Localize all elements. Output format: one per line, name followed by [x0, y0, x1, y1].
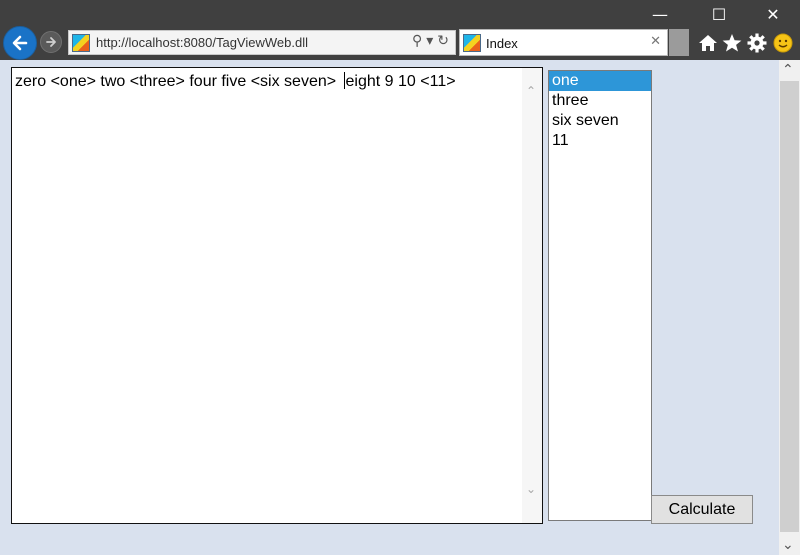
calculate-button[interactable]: Calculate: [651, 495, 753, 524]
gear-icon[interactable]: [746, 32, 768, 54]
editor-scroll-down-icon[interactable]: ⌄: [526, 482, 536, 496]
page-scroll-down-icon[interactable]: ⌄: [782, 537, 794, 553]
editor-text-after-caret: eight 9 10 <11>: [345, 73, 456, 90]
refresh-icon[interactable]: ↻: [437, 33, 449, 49]
url-text[interactable]: http://localhost:8080/TagViewWeb.dll: [96, 35, 308, 50]
editor-content[interactable]: zero <one> two <three> four five <six se…: [15, 72, 456, 91]
list-item[interactable]: one: [549, 71, 651, 91]
address-bar[interactable]: http://localhost:8080/TagViewWeb.dll ⚲ ▾ ↻: [68, 30, 456, 55]
close-window-button[interactable]: ✕: [753, 0, 793, 30]
star-icon[interactable]: [721, 32, 743, 54]
tab-close-icon[interactable]: ✕: [650, 34, 661, 49]
address-icons: ⚲ ▾ ↻: [408, 33, 449, 49]
page-scrollbar[interactable]: ⌃ ⌄: [779, 60, 800, 555]
editor-text-before-caret: zero <one> two <three> four five <six se…: [15, 73, 341, 90]
dropdown-icon[interactable]: ▾: [426, 33, 433, 49]
editor-scrollbar[interactable]: ⌃ ⌄: [522, 68, 542, 523]
new-tab-button[interactable]: [669, 29, 689, 56]
tab-index[interactable]: Index ✕: [459, 29, 668, 56]
minimize-button[interactable]: —: [640, 0, 680, 30]
text-caret: [343, 72, 345, 89]
title-bar: — ☐ ✕: [0, 0, 800, 30]
smiley-icon[interactable]: [772, 32, 794, 54]
home-icon[interactable]: [697, 32, 719, 54]
text-editor[interactable]: zero <one> two <three> four five <six se…: [11, 67, 543, 524]
tag-listbox[interactable]: one three six seven 11: [548, 70, 652, 521]
tab-title: Index: [486, 36, 518, 51]
back-arrow-icon: [12, 35, 28, 51]
back-button[interactable]: [3, 26, 37, 60]
maximize-button[interactable]: ☐: [699, 0, 739, 30]
list-item[interactable]: three: [549, 91, 651, 111]
search-icon[interactable]: ⚲: [412, 33, 422, 49]
forward-button[interactable]: [40, 31, 62, 53]
editor-scroll-up-icon[interactable]: ⌃: [526, 84, 536, 98]
site-favicon-icon: [72, 34, 90, 52]
forward-arrow-icon: [46, 37, 56, 47]
page-scroll-thumb[interactable]: [780, 81, 799, 532]
list-item[interactable]: six seven: [549, 111, 651, 131]
page-scroll-up-icon[interactable]: ⌃: [782, 62, 794, 78]
list-item[interactable]: 11: [549, 131, 651, 151]
tab-favicon-icon: [463, 34, 481, 52]
